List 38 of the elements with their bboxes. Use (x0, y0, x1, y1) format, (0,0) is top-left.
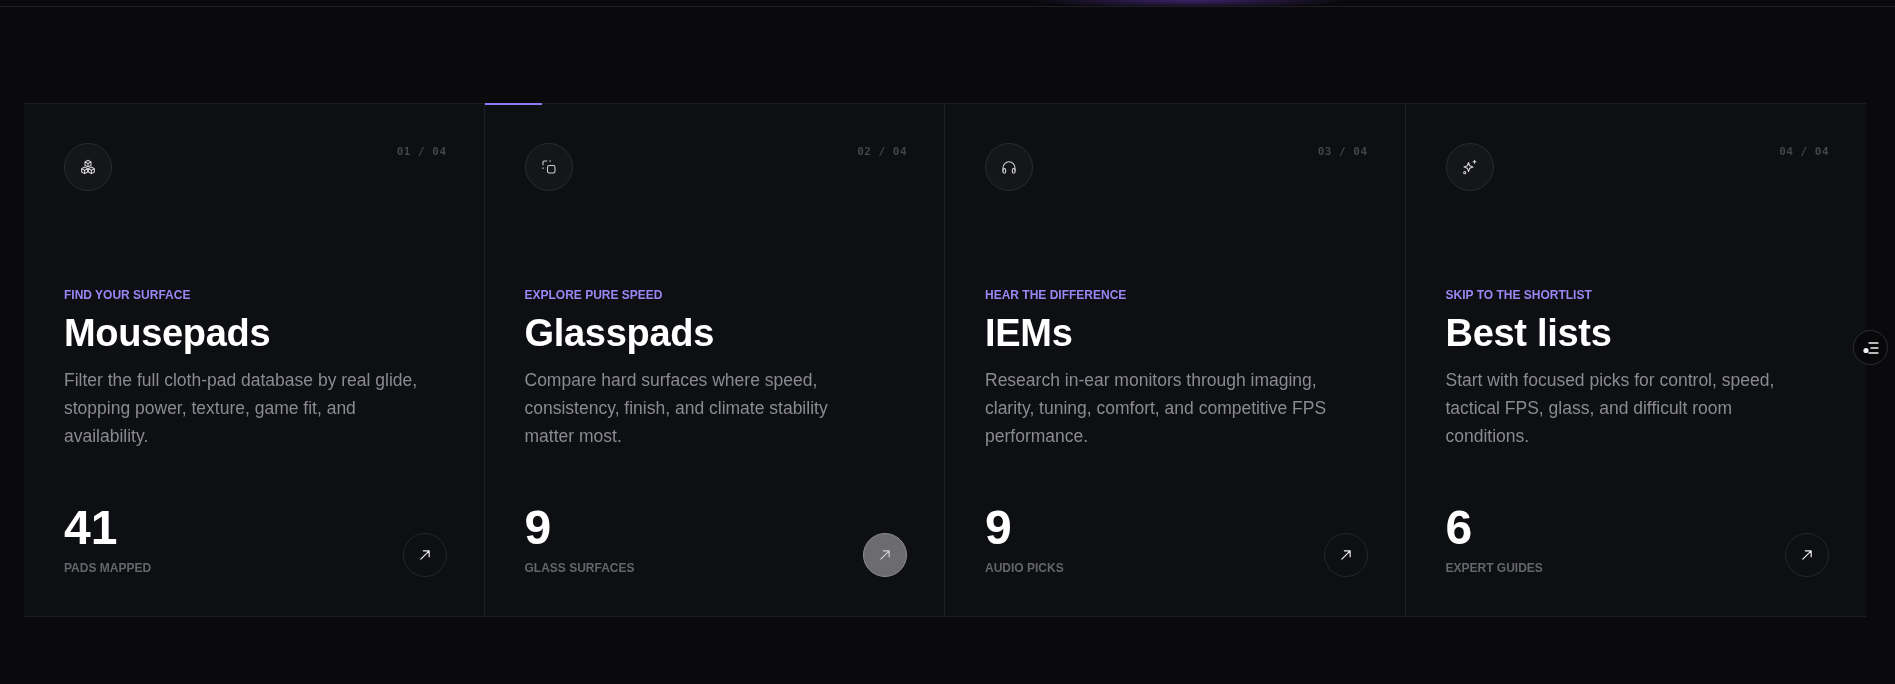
stat-number: 41 (64, 504, 119, 552)
card-eyebrow: FIND YOUR SURFACE (64, 288, 192, 302)
stat-label: GLASS SURFACES (524, 561, 635, 575)
card-title: IEMs (985, 311, 1074, 355)
card-description: Filter the full cloth-pad database by real glide, stopping power, texture, game fit, and availability. (64, 369, 419, 448)
card-counter: 04 / 04 (1779, 145, 1829, 158)
open-button[interactable] (863, 533, 907, 577)
sparkle-icon (1445, 143, 1494, 191)
stat-number: 6 (1445, 504, 1474, 552)
card-description: Start with focused picks for control, speed, tactical FPS, glass, and difficult room conditions. (1445, 369, 1776, 448)
card-eyebrow: HEAR THE DIFFERENCE (985, 288, 1128, 302)
category-card[interactable]: 02 / 04 EXPLORE PURE SPEED Glasspads Compare hard surfaces where speed, consistency, finish, and climate stability matter most. 9 GLASS SURFACES (484, 104, 945, 616)
list-icon (1862, 341, 1879, 354)
stat-number: 9 (524, 504, 553, 552)
card-title: Best lists (1445, 311, 1613, 355)
card-description: Compare hard surfaces where speed, consistency, finish, and climate stability matter most. (524, 369, 829, 448)
headphones-icon (985, 143, 1033, 191)
stat-number: 9 (985, 504, 1013, 552)
card-title: Glasspads (524, 311, 715, 355)
category-card[interactable]: 04 / 04 SKIP TO THE SHORTLIST Best lists Start with focused picks for control, speed, tactical FPS, glass, and difficult room conditions. 6 EXPERT GUIDES (1405, 104, 1866, 616)
arrow-up-right-icon (880, 550, 890, 560)
card-eyebrow: SKIP TO THE SHORTLIST (1445, 288, 1593, 302)
card-eyebrow: EXPLORE PURE SPEED (524, 288, 664, 302)
card-title: Mousepads (64, 311, 272, 355)
stat-label: EXPERT GUIDES (1445, 561, 1543, 575)
card-counter: 01 / 04 (396, 145, 447, 158)
arrow-up-right-icon (1802, 550, 1812, 560)
cubes-icon (64, 143, 112, 191)
card-counter: 03 / 04 (1317, 145, 1368, 158)
stat-label: PADS MAPPED (64, 561, 152, 575)
card-description: Research in-ear monitors through imaging, clarity, tuning, comfort, and competitive FPS performance. (985, 369, 1328, 448)
category-card[interactable]: 03 / 04 HEAR THE DIFFERENCE IEMs Research in-ear monitors through imaging, clarity, tuning, comfort, and competitive FPS performance. 9 AUDIO PICKS (945, 104, 1406, 616)
arrow-up-right-icon (1340, 550, 1351, 560)
squares-icon (524, 143, 573, 191)
arrow-up-right-icon (419, 550, 430, 560)
card-counter: 02 / 04 (857, 145, 907, 158)
category-card[interactable]: 01 / 04 FIND YOUR SURFACE Mousepads Filter the full cloth-pad database by real glide, stopping power, texture, game fit, and availability. 41 PADS MAPPED (24, 104, 485, 616)
stat-label: AUDIO PICKS (985, 561, 1064, 575)
